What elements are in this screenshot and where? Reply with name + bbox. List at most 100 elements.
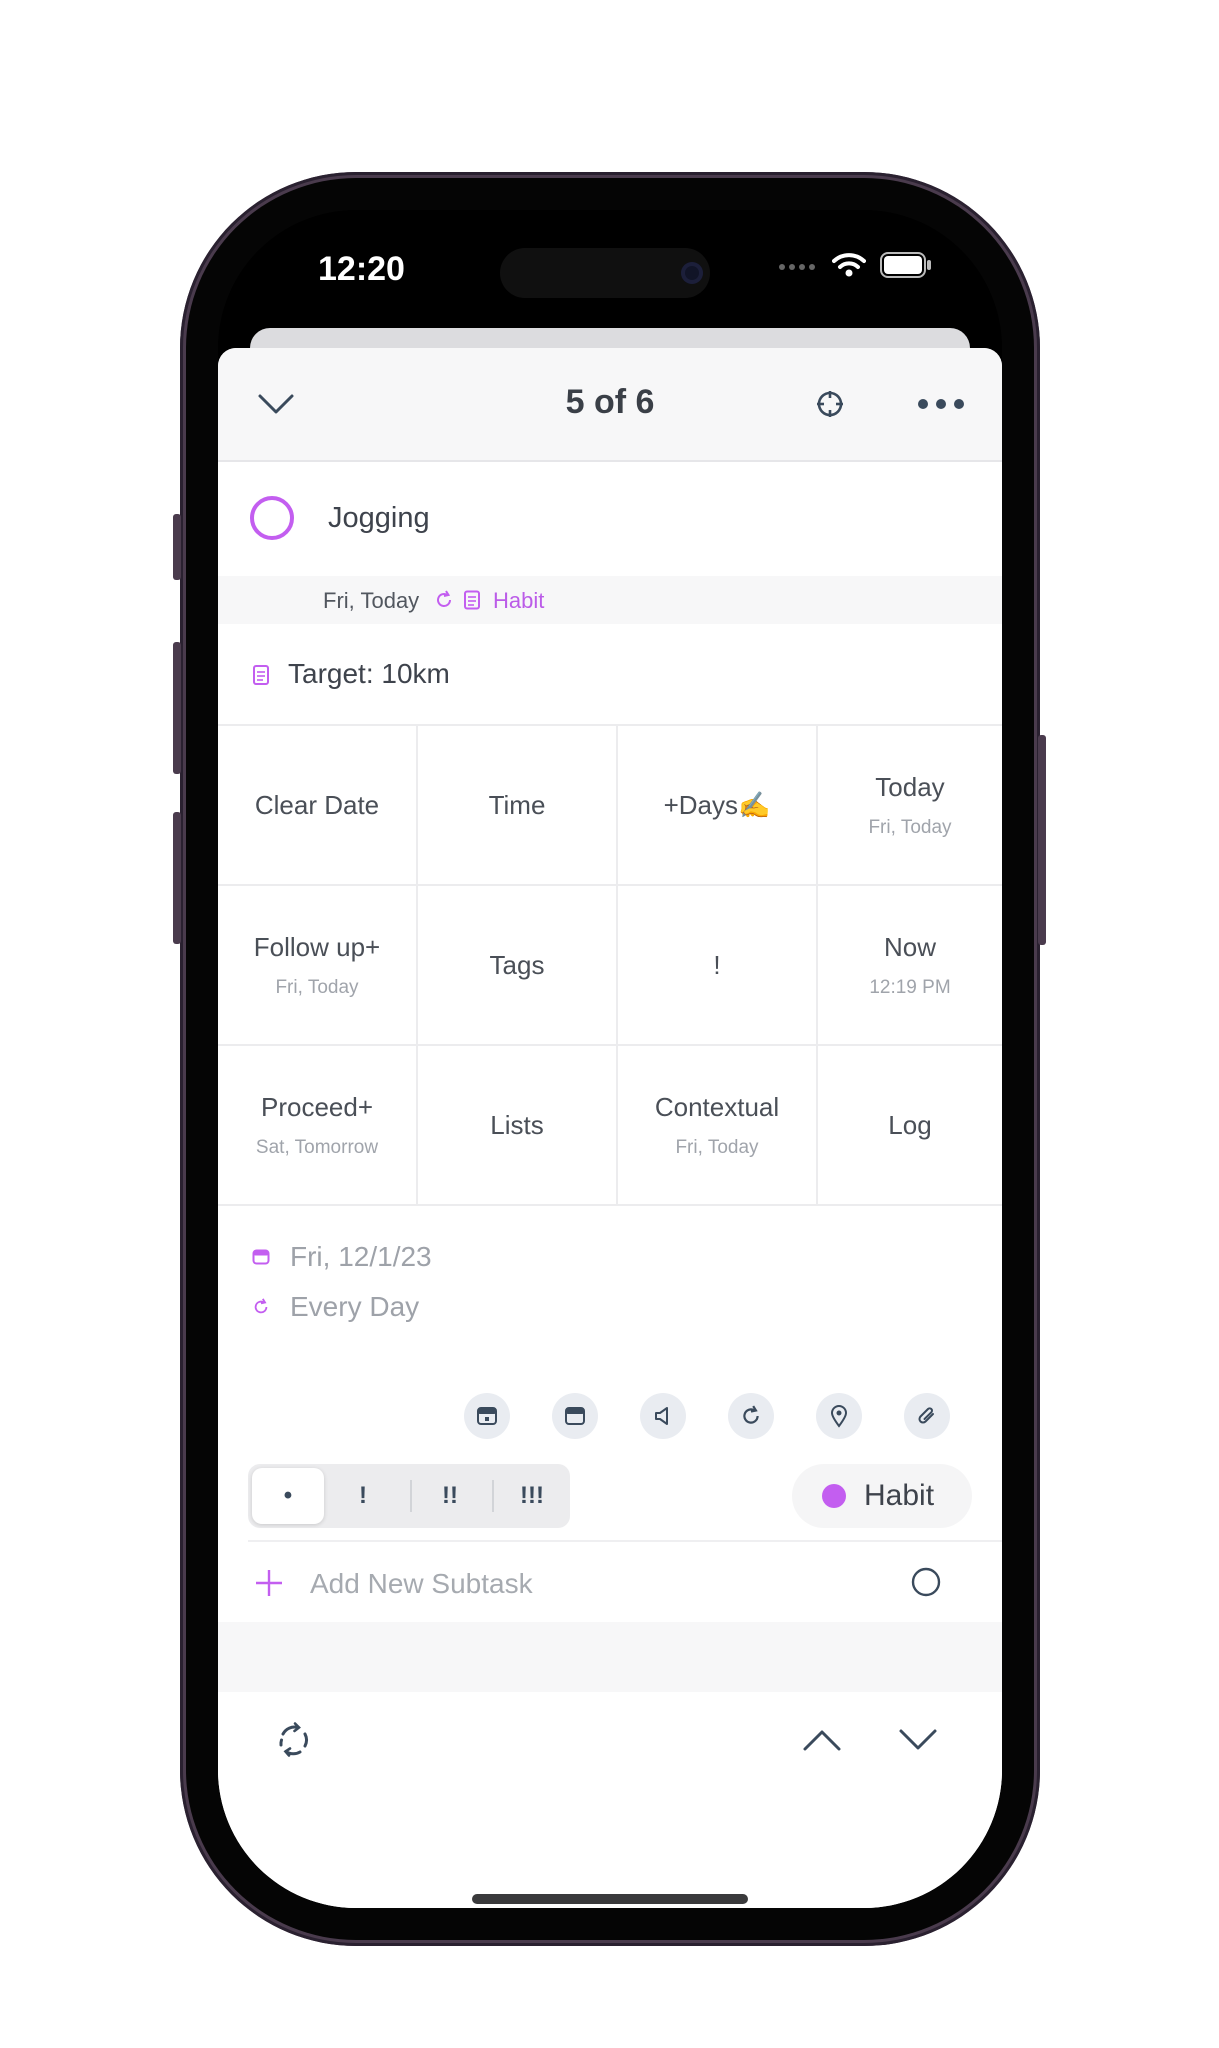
home-indicator: [472, 1894, 748, 1904]
priority-medium[interactable]: !!: [414, 1464, 486, 1528]
task-meta-row: Fri, Today Habit: [218, 576, 1002, 624]
quick-action-tags[interactable]: Tags: [418, 886, 618, 1046]
list-chip[interactable]: Habit: [792, 1464, 972, 1528]
due-date-button[interactable]: [552, 1393, 598, 1439]
meta-date: Fri, Today: [323, 588, 420, 613]
quick-action-label: Log: [888, 1109, 932, 1140]
priority-high[interactable]: !!!: [496, 1464, 568, 1528]
list-chip-label: Habit: [864, 1479, 935, 1512]
add-subtask-input[interactable]: Add New Subtask: [310, 1568, 533, 1600]
reminder-icon: [655, 1407, 668, 1425]
sync-icon: [279, 1722, 308, 1757]
chevron-up-icon: [803, 1730, 841, 1751]
task-counter: 5 of 6: [565, 383, 655, 421]
quick-action-label: Proceed+: [260, 1091, 374, 1122]
quick-actions-grid: Clear Date Time +Days✍️ Today Fri, Today…: [218, 726, 1002, 1206]
subtask-circle-icon[interactable]: [910, 1566, 942, 1603]
crosshair-icon: [817, 391, 843, 417]
attachment-button[interactable]: [904, 1393, 950, 1439]
quick-action-label: Clear Date: [254, 789, 380, 820]
location-icon: [830, 1405, 848, 1428]
more-button[interactable]: [916, 388, 966, 420]
start-date-icon: [477, 1407, 497, 1425]
priority-divider: [410, 1480, 412, 1512]
phone-power-button: [1038, 735, 1046, 945]
task-title-row: Jogging: [218, 460, 1002, 576]
phone-screen: 12:20 5 of 6 Jogging Fri, Today Habit Ta…: [218, 210, 1002, 1908]
quick-action-sublabel: Fri, Today: [275, 976, 359, 998]
schedule-date: Fri, 12/1/23: [290, 1241, 432, 1272]
quick-action-now[interactable]: Now 12:19 PM: [818, 886, 1002, 1046]
location-button[interactable]: [816, 1393, 862, 1439]
quick-action-clear-date[interactable]: Clear Date: [218, 726, 418, 886]
due-date-icon: [565, 1407, 585, 1425]
note-icon: [252, 664, 270, 691]
start-date-button[interactable]: [464, 1393, 510, 1439]
task-detail-sheet: 5 of 6 Jogging Fri, Today Habit Target: …: [218, 348, 1002, 1908]
quick-action-plus-days[interactable]: +Days✍️: [618, 726, 818, 886]
status-icons: [778, 252, 932, 283]
spacer-band: [218, 1622, 1002, 1692]
schedule-date-row[interactable]: Fri, 12/1/23: [252, 1241, 432, 1273]
repeat-icon: [743, 1405, 759, 1424]
sync-button[interactable]: [270, 1716, 318, 1764]
quick-action-time[interactable]: Time: [418, 726, 618, 886]
quick-action-sublabel: 12:19 PM: [869, 976, 951, 998]
priority-none[interactable]: •: [252, 1468, 324, 1524]
schedule-repeat-row[interactable]: Every Day: [252, 1291, 419, 1323]
quick-action-label: Contextual: [654, 1091, 780, 1122]
note-row[interactable]: Target: 10km: [218, 624, 1002, 726]
chevron-down-icon: [899, 1729, 937, 1750]
meta-list-name: Habit: [493, 588, 545, 613]
quick-action-contextual[interactable]: Contextual Fri, Today: [618, 1046, 818, 1206]
note-text: Target: 10km: [288, 658, 450, 689]
quick-action-label: +Days✍️: [663, 789, 771, 820]
battery-icon: [880, 252, 932, 283]
phone-action-button: [173, 514, 181, 580]
quick-action-label: Time: [488, 789, 546, 820]
task-title[interactable]: Jogging: [328, 502, 430, 535]
priority-divider: [492, 1480, 494, 1512]
previous-task-button[interactable]: [798, 1718, 846, 1762]
priority-selector: • ! !! !!!: [248, 1464, 570, 1528]
repeat-small-icon: [434, 590, 454, 615]
bottom-toolbar: [218, 1692, 1002, 1908]
signal-icon: [778, 259, 818, 277]
circle-checkbox-icon: [250, 496, 294, 540]
quick-action-label: Today: [875, 771, 945, 802]
quick-action-label: Lists: [490, 1109, 544, 1140]
front-camera: [681, 262, 703, 284]
quick-action-label: Now: [883, 931, 936, 962]
quick-action-sublabel: Fri, Today: [868, 816, 952, 838]
quick-action-label: !: [713, 949, 721, 980]
quick-action-follow-up[interactable]: Follow up+ Fri, Today: [218, 886, 418, 1046]
sheet-header: 5 of 6: [218, 348, 1002, 462]
phone-volume-up: [173, 642, 181, 774]
quick-action-label: Tags: [489, 949, 545, 980]
complete-checkbox[interactable]: [248, 494, 296, 542]
repeat-button[interactable]: [728, 1393, 774, 1439]
quick-action-log[interactable]: Log: [818, 1046, 1002, 1206]
quick-action-sublabel: Sat, Tomorrow: [255, 1136, 379, 1158]
calendar-icon: [252, 1249, 270, 1265]
quick-action-sublabel: Fri, Today: [675, 1136, 759, 1158]
attachment-icon: [918, 1407, 934, 1424]
add-subtask-row[interactable]: Add New Subtask: [248, 1540, 1002, 1624]
quick-action-today[interactable]: Today Fri, Today: [818, 726, 1002, 886]
quick-action-proceed[interactable]: Proceed+ Sat, Tomorrow: [218, 1046, 418, 1206]
dynamic-island: [500, 248, 710, 298]
reminder-button[interactable]: [640, 1393, 686, 1439]
list-color-dot: [822, 1484, 846, 1508]
next-task-button[interactable]: [894, 1718, 942, 1762]
quick-action-priority[interactable]: !: [618, 886, 818, 1046]
plus-icon: [254, 1568, 284, 1603]
schedule-repeat: Every Day: [290, 1291, 420, 1322]
more-dots-icon: [918, 399, 964, 409]
quick-action-label: Follow up+: [253, 931, 381, 962]
phone-volume-down: [173, 812, 181, 944]
list-small-icon: [463, 590, 481, 615]
quick-action-lists[interactable]: Lists: [418, 1046, 618, 1206]
repeat-icon: [254, 1298, 268, 1314]
priority-low[interactable]: !: [328, 1464, 398, 1528]
focus-button[interactable]: [812, 386, 848, 422]
